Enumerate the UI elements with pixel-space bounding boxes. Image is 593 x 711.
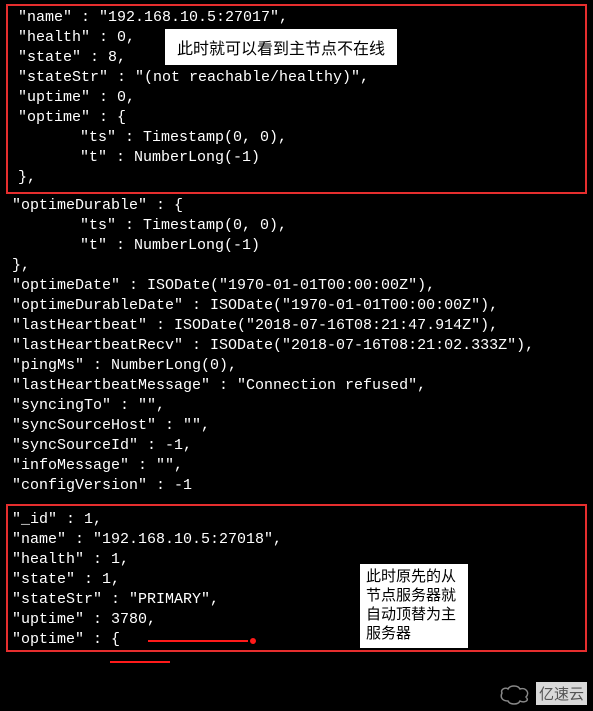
json-line: "uptime" : 3780, xyxy=(12,610,581,630)
json-line: "lastHeartbeat" : ISODate("2018-07-16T08… xyxy=(12,316,587,336)
json-line: "uptime" : 0, xyxy=(12,88,581,108)
red-underline-1 xyxy=(148,640,248,642)
json-line: "stateStr" : "PRIMARY", xyxy=(12,590,581,610)
highlight-box-2: "_id" : 1, "name" : "192.168.10.5:27018"… xyxy=(6,504,587,652)
json-line: }, xyxy=(12,256,587,276)
json-line: "health" : 1, xyxy=(12,550,581,570)
red-dot-icon xyxy=(250,638,256,644)
json-line: "pingMs" : NumberLong(0), xyxy=(12,356,587,376)
json-line: "infoMessage" : "", xyxy=(12,456,587,476)
json-line: "optimeDurable" : { xyxy=(12,196,587,216)
json-line: "t" : NumberLong(-1) xyxy=(12,148,581,168)
json-line: "name" : "192.168.10.5:27018", xyxy=(12,530,581,550)
watermark-text: 亿速云 xyxy=(536,682,587,705)
json-line: "lastHeartbeatMessage" : "Connection ref… xyxy=(12,376,587,396)
red-underline-2 xyxy=(110,661,170,663)
json-line: "ts" : Timestamp(0, 0), xyxy=(12,216,587,236)
json-line: "syncSourceId" : -1, xyxy=(12,436,587,456)
json-line: "stateStr" : "(not reachable/healthy)", xyxy=(12,68,581,88)
watermark: 亿速云 xyxy=(498,682,587,705)
json-line: "optime" : { xyxy=(12,108,581,128)
json-line: "name" : "192.168.10.5:27017", xyxy=(12,8,581,28)
json-line: "state" : 1, xyxy=(12,570,581,590)
json-middle-block: "optimeDurable" : { "ts" : Timestamp(0, … xyxy=(0,196,593,496)
json-line: "_id" : 1, xyxy=(12,510,581,530)
json-line: "optime" : { xyxy=(12,630,581,650)
annotation-callout-2: 此时原先的从节点服务器就自动顶替为主服务器 xyxy=(359,563,469,649)
highlight-box-1: "name" : "192.168.10.5:27017", "health" … xyxy=(6,4,587,194)
json-line: "lastHeartbeatRecv" : ISODate("2018-07-1… xyxy=(12,336,587,356)
json-line: "syncingTo" : "", xyxy=(12,396,587,416)
cloud-icon xyxy=(498,683,532,705)
json-line: "configVersion" : -1 xyxy=(12,476,587,496)
annotation-callout-1: 此时就可以看到主节点不在线 xyxy=(164,28,398,66)
json-line: "optimeDurableDate" : ISODate("1970-01-0… xyxy=(12,296,587,316)
json-line: }, xyxy=(12,168,581,188)
json-line: "t" : NumberLong(-1) xyxy=(12,236,587,256)
terminal-output: "name" : "192.168.10.5:27017", "health" … xyxy=(0,0,593,652)
json-line: "syncSourceHost" : "", xyxy=(12,416,587,436)
json-line: "optimeDate" : ISODate("1970-01-01T00:00… xyxy=(12,276,587,296)
json-line: "ts" : Timestamp(0, 0), xyxy=(12,128,581,148)
